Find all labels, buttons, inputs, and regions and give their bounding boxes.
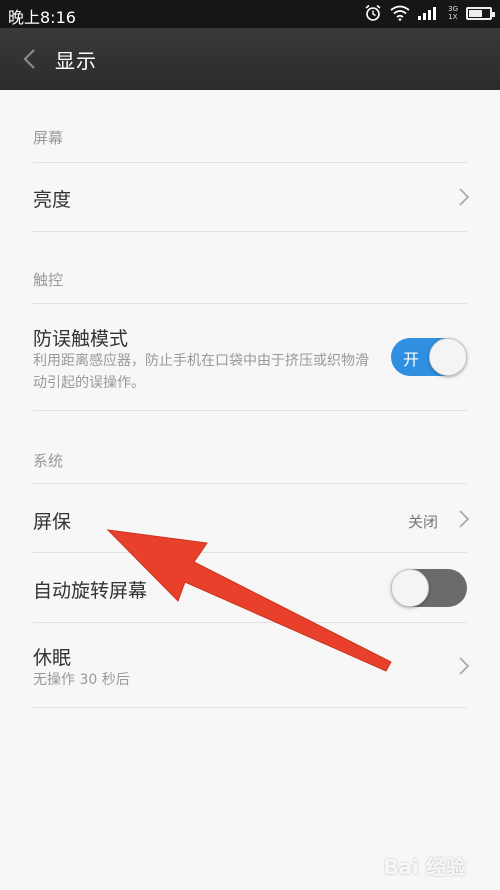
divider xyxy=(33,162,467,163)
toggle-knob xyxy=(429,338,467,376)
section-header-screen: 屏幕 xyxy=(33,129,64,147)
battery-icon xyxy=(466,6,495,20)
section-header-touch: 触控 xyxy=(33,271,64,289)
chevron-right-icon xyxy=(459,188,470,206)
watermark-logo: Bai 经验 xyxy=(383,855,466,879)
divider xyxy=(33,622,467,623)
divider xyxy=(33,707,467,708)
divider xyxy=(33,483,467,484)
annotation-arrow xyxy=(106,529,392,672)
screensaver-value: 关闭 xyxy=(407,513,438,531)
sleep-label: 休眠 xyxy=(33,647,72,669)
wifi-icon xyxy=(390,5,410,21)
anti-mistouch-label: 防误触模式 xyxy=(33,328,129,350)
status-time: 晚上8:16 xyxy=(8,8,76,27)
back-chevron-icon[interactable] xyxy=(20,48,40,70)
page-title: 显示 xyxy=(55,49,97,73)
chevron-right-icon xyxy=(459,510,470,528)
status-bar: 晚上8:16 3G 1X xyxy=(0,0,500,28)
alarm-icon xyxy=(365,4,381,21)
title-bar: 显示 xyxy=(0,28,500,90)
divider xyxy=(33,303,467,304)
brightness-label: 亮度 xyxy=(33,189,72,211)
chevron-right-icon xyxy=(459,657,470,675)
auto-rotate-label: 自动旋转屏幕 xyxy=(33,580,148,602)
network-type-top: 3G xyxy=(448,5,458,13)
network-type: 3G 1X xyxy=(448,5,458,21)
anti-mistouch-description: 利用距离感应器，防止手机在口袋中由于挤压或织物滑动引起的误操作。 xyxy=(33,353,369,391)
anti-mistouch-toggle[interactable]: 开 xyxy=(391,338,467,376)
status-icons: 3G 1X xyxy=(364,4,495,22)
divider xyxy=(33,231,467,232)
sleep-description: 无操作 30 秒后 xyxy=(33,672,130,688)
screensaver-label: 屏保 xyxy=(33,511,72,533)
toggle-on-label: 开 xyxy=(403,350,420,369)
signal-icon xyxy=(418,7,437,20)
auto-rotate-toggle[interactable] xyxy=(391,569,467,607)
section-header-system: 系统 xyxy=(33,452,64,470)
divider xyxy=(33,410,467,411)
toggle-knob xyxy=(391,569,429,607)
network-type-bottom: 1X xyxy=(448,13,458,21)
divider xyxy=(33,552,467,553)
